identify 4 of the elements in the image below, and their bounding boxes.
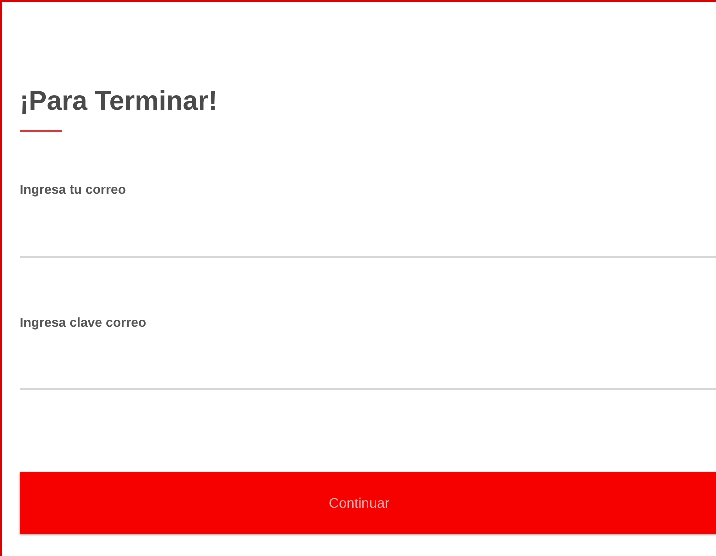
field-label: Ingresa tu correo: [20, 181, 126, 199]
field-label: Ingresa clave correo: [20, 314, 146, 332]
page-title: ¡Para Terminar!: [20, 85, 218, 118]
continue-button[interactable]: Continuar: [20, 472, 716, 534]
